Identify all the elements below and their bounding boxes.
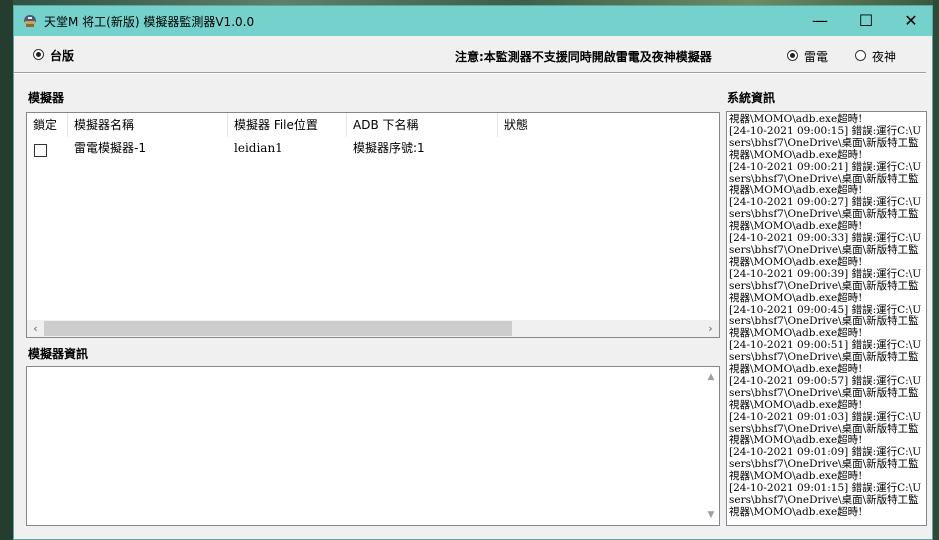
- app-window: 天堂M 将工(新版) 模擬器監測器V1.0.0 — ☐ ✕ 台版 注意:本監測器…: [13, 5, 933, 540]
- lock-checkbox[interactable]: [34, 144, 47, 157]
- system-log-text: 視器\MOMO\adb.exe超時! [24-10-2021 09:00:15]…: [729, 113, 922, 518]
- scroll-left-icon[interactable]: ‹: [27, 320, 44, 337]
- close-button[interactable]: ✕: [888, 6, 932, 36]
- system-info-title: 系統資訊: [727, 91, 776, 105]
- helmet-app-icon: [24, 15, 36, 27]
- title-bar[interactable]: 天堂M 将工(新版) 模擬器監測器V1.0.0 — ☐ ✕: [14, 6, 932, 36]
- emulator-section-title: 模擬器: [28, 91, 65, 105]
- notice-text: 注意:本監測器不支援同時開啟雷電及夜神模擬器: [455, 50, 712, 64]
- emulator-file-cell[interactable]: leidian1: [234, 139, 283, 157]
- scroll-down-icon[interactable]: ▼: [705, 509, 717, 521]
- window-title: 天堂M 将工(新版) 模擬器監測器V1.0.0: [44, 15, 255, 29]
- emulator-info-title: 模擬器資訊: [28, 347, 89, 361]
- radio-nox[interactable]: [855, 50, 866, 61]
- scroll-right-icon[interactable]: ›: [702, 320, 719, 337]
- radio-nox-label[interactable]: 夜神: [872, 48, 896, 65]
- radio-taiwan[interactable]: [33, 49, 44, 60]
- emulator-info-box[interactable]: ▲ ▼: [26, 366, 720, 526]
- maximize-button[interactable]: ☐: [843, 6, 889, 36]
- scroll-up-icon[interactable]: ▲: [705, 371, 717, 383]
- radio-leidian[interactable]: [787, 50, 798, 61]
- column-header-lock[interactable]: 鎖定: [27, 113, 68, 137]
- column-header-adb[interactable]: ADB 下名稱: [347, 113, 498, 137]
- system-log-box[interactable]: 視器\MOMO\adb.exe超時! [24-10-2021 09:00:15]…: [726, 111, 927, 526]
- horizontal-scrollbar[interactable]: ‹ ›: [27, 320, 719, 337]
- column-header-status[interactable]: 狀態: [498, 113, 718, 137]
- column-header-name[interactable]: 模擬器名稱: [68, 113, 228, 137]
- emulator-list[interactable]: 鎖定 模擬器名稱 模擬器 File位置 ADB 下名稱 狀態 雷電模擬器-1 l…: [26, 112, 720, 338]
- scrollbar-thumb[interactable]: [44, 321, 512, 336]
- desktop-background-right: [933, 0, 939, 540]
- radio-leidian-label[interactable]: 雷電: [804, 48, 828, 65]
- emulator-name-cell[interactable]: 雷電模擬器-1: [74, 139, 146, 157]
- radio-taiwan-label[interactable]: 台版: [50, 47, 74, 64]
- divider: [14, 72, 926, 74]
- emulator-adb-cell[interactable]: 模擬器序號:1: [353, 139, 425, 157]
- column-header-file[interactable]: 模擬器 File位置: [228, 113, 347, 137]
- desktop-background-left: [0, 0, 13, 540]
- minimize-button[interactable]: —: [797, 6, 843, 36]
